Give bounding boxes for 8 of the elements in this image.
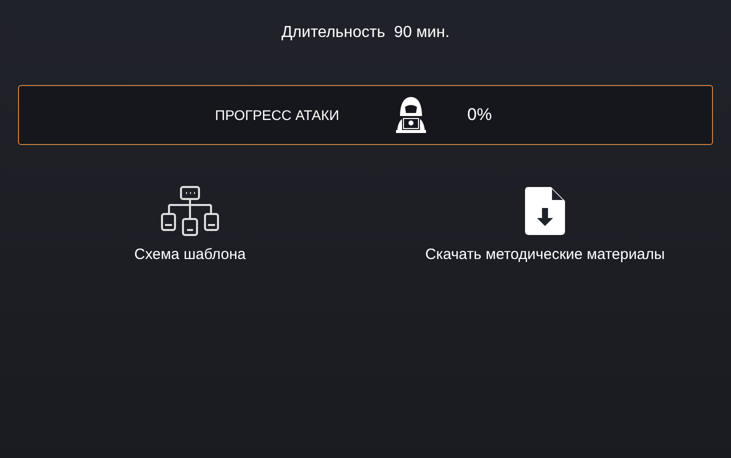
hierarchy-diagram-icon <box>161 186 219 236</box>
template-scheme-link[interactable]: Схема шаблона <box>134 244 246 266</box>
download-materials-link[interactable]: Скачать методические материалы <box>425 244 665 266</box>
hooded-hacker-icon <box>394 96 428 134</box>
progress-percent: 0% <box>467 104 492 126</box>
file-download-icon <box>524 186 566 236</box>
duration-text: Длительность 90 мин. <box>281 23 450 43</box>
progress-label: ПРОГРЕСС АТАКИ <box>215 106 340 124</box>
